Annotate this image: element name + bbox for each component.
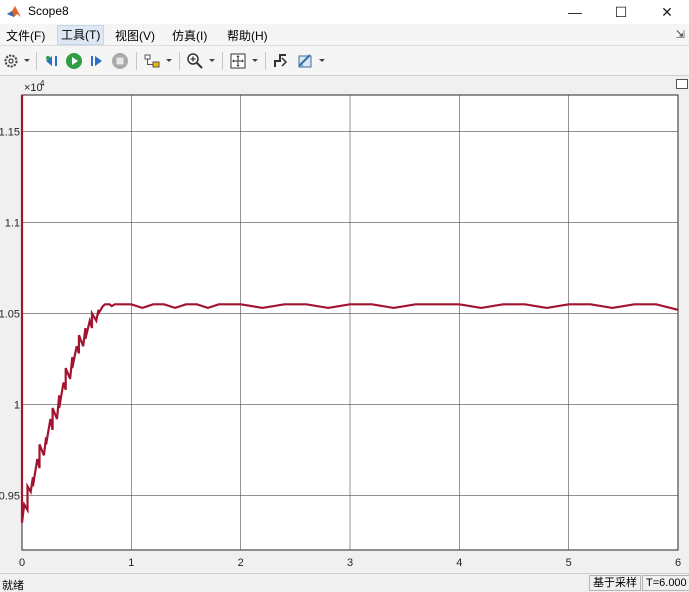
y-tick-label: 0.95 bbox=[0, 490, 20, 502]
x-tick-label: 1 bbox=[128, 557, 134, 569]
fit-to-view-icon[interactable] bbox=[229, 52, 247, 70]
dock-icon[interactable] bbox=[676, 79, 688, 89]
matlab-logo-icon bbox=[7, 6, 21, 17]
menu-bar: 文件(F) 工具(T) 视图(V) 仿真(I) 帮助(H) ⇲ bbox=[0, 24, 689, 46]
x-tick-label: 0 bbox=[19, 557, 25, 569]
gear-icon[interactable] bbox=[2, 52, 20, 70]
step-forward-icon[interactable] bbox=[88, 52, 106, 70]
x-tick-label: 6 bbox=[675, 557, 681, 569]
window-title: Scope8 bbox=[28, 4, 69, 18]
toolbar-separator bbox=[179, 52, 180, 70]
y-tick-label: 1.1 bbox=[5, 217, 20, 229]
run-icon[interactable] bbox=[65, 52, 83, 70]
chevron-down-icon[interactable] bbox=[251, 58, 259, 64]
chevron-down-icon[interactable] bbox=[208, 58, 216, 64]
zoom-in-icon[interactable] bbox=[186, 52, 204, 70]
status-bar: 就绪 基于采样 T=6.000 bbox=[0, 573, 689, 592]
toolbar-separator bbox=[136, 52, 137, 70]
toolbar-separator bbox=[222, 52, 223, 70]
y-axis-exponent: 4 bbox=[40, 79, 45, 88]
x-tick-label: 4 bbox=[456, 557, 462, 569]
chevron-down-icon[interactable] bbox=[23, 58, 31, 64]
menu-simulation[interactable]: 仿真(I) bbox=[169, 27, 210, 44]
step-back-icon[interactable] bbox=[42, 52, 60, 70]
menu-help[interactable]: 帮助(H) bbox=[224, 27, 271, 44]
menu-tools[interactable]: 工具(T) bbox=[57, 25, 105, 45]
y-tick-label: 1 bbox=[14, 399, 20, 411]
maximize-button[interactable]: ☐ bbox=[598, 0, 644, 24]
menu-view[interactable]: 视图(V) bbox=[112, 27, 158, 44]
title-bar: Scope8 — ☐ ✕ bbox=[0, 0, 689, 24]
toolbar bbox=[0, 46, 689, 76]
y-tick-label: 1.15 bbox=[0, 126, 20, 138]
x-tick-label: 5 bbox=[566, 557, 572, 569]
cursor-measure-icon[interactable] bbox=[296, 52, 314, 70]
highlight-block-icon[interactable] bbox=[143, 52, 161, 70]
close-button[interactable]: ✕ bbox=[644, 0, 689, 24]
undock-icon[interactable]: ⇲ bbox=[676, 28, 685, 41]
toolbar-separator bbox=[265, 52, 266, 70]
toolbar-separator bbox=[36, 52, 37, 70]
scope-chart[interactable]: 0 1 2 3 4 5 60.9511.051.11.15 ×10 4 bbox=[0, 77, 689, 573]
minimize-button[interactable]: — bbox=[552, 0, 598, 24]
y-tick-label: 1.05 bbox=[0, 308, 20, 320]
signal-trigger-icon[interactable] bbox=[272, 52, 290, 70]
x-tick-label: 2 bbox=[238, 557, 244, 569]
status-text: 就绪 bbox=[2, 580, 24, 592]
plot-panel: 0 1 2 3 4 5 6 0.95 1 1.05 1.1 1.15 ×10 4 bbox=[0, 77, 689, 573]
sample-mode-badge: 基于采样 bbox=[589, 575, 641, 591]
chevron-down-icon[interactable] bbox=[165, 58, 173, 64]
minimize-icon: — bbox=[568, 4, 582, 20]
close-icon: ✕ bbox=[661, 3, 673, 20]
maximize-icon: ☐ bbox=[614, 3, 628, 20]
stop-icon[interactable] bbox=[111, 52, 129, 70]
x-tick-label: 3 bbox=[347, 557, 353, 569]
menu-file[interactable]: 文件(F) bbox=[3, 27, 48, 44]
sim-time-readout: T=6.000 bbox=[642, 575, 689, 591]
chevron-down-icon[interactable] bbox=[318, 58, 326, 64]
